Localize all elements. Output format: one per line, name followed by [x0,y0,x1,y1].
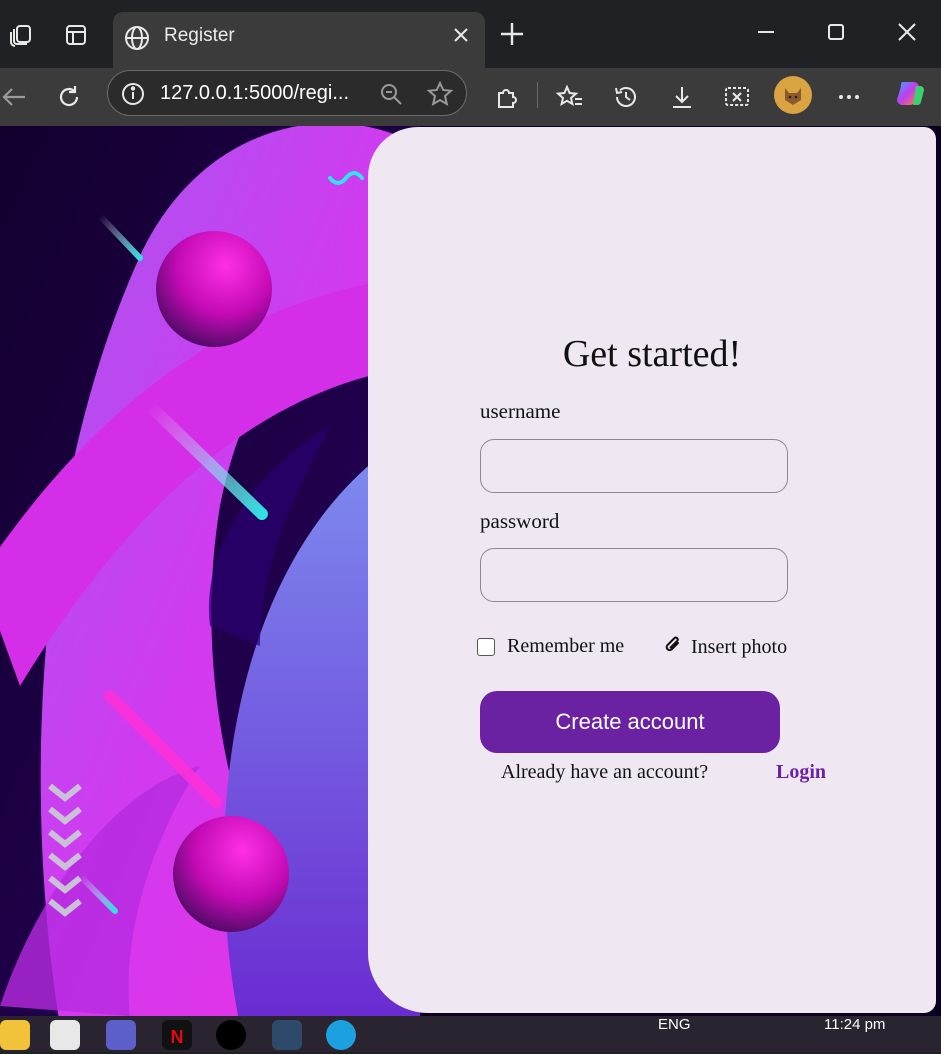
profile-avatar[interactable] [774,76,812,114]
login-prompt: Already have an account? [501,761,709,783]
page-title: Get started! [562,333,742,375]
remember-me-row[interactable]: Remember me [477,635,624,658]
globe-icon [123,24,151,57]
info-icon[interactable] [120,81,146,112]
insert-photo-label: Insert photo [691,636,788,658]
extensions-icon[interactable] [488,78,526,116]
screenshot-icon[interactable] [718,78,756,116]
tab-bar: Register [0,0,941,68]
zoom-icon[interactable] [378,81,404,112]
register-card: Get started! username password Remember … [368,127,936,1013]
toolbar-divider [537,82,538,108]
back-icon[interactable] [0,78,32,116]
tab-register[interactable]: Register [113,12,485,68]
store-icon[interactable] [50,1020,80,1050]
decorative-artwork [0,126,420,1016]
skype-icon[interactable] [326,1020,356,1050]
close-icon[interactable] [451,25,471,50]
insert-photo-button[interactable]: Insert photo [663,634,787,661]
maximize-icon[interactable] [824,20,848,49]
favorites-icon[interactable] [551,78,589,116]
tab-title: Register [164,25,235,46]
tab-actions-icon[interactable] [59,18,93,52]
new-tab-icon[interactable] [496,18,528,55]
create-account-button[interactable]: Create account [480,691,780,753]
language-indicator[interactable]: ENG [658,1016,691,1033]
page-viewport: Get started! username password Remember … [0,126,941,1016]
browser-toolbar: 127.0.0.1:5000/regi... [0,68,941,126]
url-text[interactable]: 127.0.0.1:5000/regi... [160,82,349,105]
netflix-icon[interactable]: N [162,1020,192,1050]
password-label: password [480,509,560,533]
username-label: username [480,399,561,423]
star-icon[interactable] [426,80,454,113]
file-explorer-icon[interactable] [0,1020,30,1050]
clock[interactable]: 11:24 pm [824,1016,885,1033]
workspaces-icon[interactable] [4,18,38,52]
login-link[interactable]: Login [776,761,826,784]
download-icon[interactable] [663,78,701,116]
address-bar[interactable]: 127.0.0.1:5000/regi... [107,70,467,116]
remember-me-label: Remember me [507,635,625,657]
minimize-icon[interactable] [754,20,778,49]
more-icon[interactable] [830,78,868,116]
remember-me-checkbox[interactable] [477,637,495,656]
copilot-icon[interactable] [890,76,928,114]
window-close-icon[interactable] [895,20,919,49]
app-icon[interactable] [272,1020,302,1050]
username-input[interactable] [480,439,788,493]
refresh-icon[interactable] [50,78,88,116]
os-taskbar [0,1016,941,1052]
tiktok-icon[interactable] [216,1020,246,1050]
history-icon[interactable] [607,78,645,116]
teams-icon[interactable] [106,1020,136,1050]
paperclip-icon [663,634,683,661]
password-input[interactable] [480,548,788,602]
